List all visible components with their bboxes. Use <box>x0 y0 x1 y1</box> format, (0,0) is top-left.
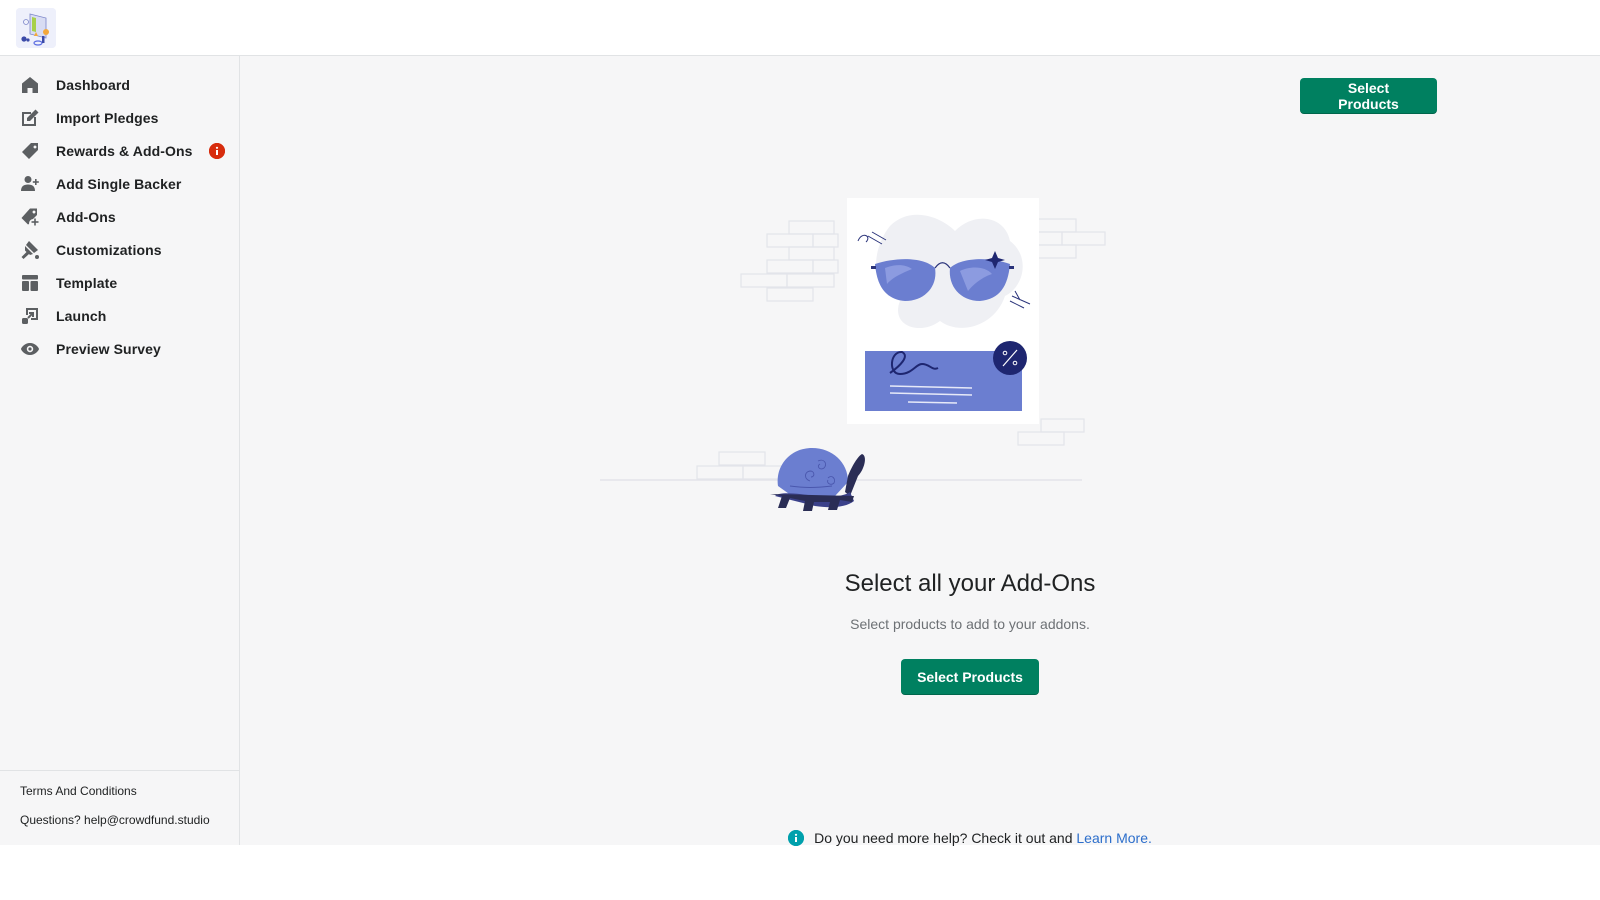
eye-icon <box>20 339 40 359</box>
sidebar-footer: Terms And Conditions Questions? help@cro… <box>0 770 239 840</box>
turtle-illustration <box>770 448 865 511</box>
sidebar-item-label: Launch <box>56 307 107 324</box>
support-contact[interactable]: Questions? help@crowdfund.studio <box>20 812 219 828</box>
paint-brush-icon <box>20 240 40 260</box>
main-content: Select Products Select all your Add-Ons … <box>240 56 1600 846</box>
sidebar-item-customizations[interactable]: Customizations <box>0 233 239 266</box>
empty-state-subtitle: Select products to add to your addons. <box>850 616 1090 632</box>
app-frame: Dashboard Import Pledges Rewards & Add-O… <box>0 56 1600 846</box>
empty-state-illustration <box>600 196 1120 516</box>
sidebar-item-label: Preview Survey <box>56 340 161 357</box>
sidebar-item-label: Customizations <box>56 241 162 258</box>
layout-icon <box>20 273 40 293</box>
sidebar-item-label: Add Single Backer <box>56 175 182 192</box>
help-footer: Do you need more help? Check it out and … <box>240 830 1600 846</box>
sidebar-item-template[interactable]: Template <box>0 266 239 299</box>
sidebar-item-import-pledges[interactable]: Import Pledges <box>0 101 239 134</box>
terms-link[interactable]: Terms And Conditions <box>20 783 219 799</box>
app-logo[interactable] <box>16 8 56 48</box>
tag-plus-icon <box>20 207 40 227</box>
sidebar-item-label: Add-Ons <box>56 208 116 225</box>
add-user-icon <box>20 174 40 194</box>
coupon <box>865 341 1027 411</box>
sidebar-item-add-single-backer[interactable]: Add Single Backer <box>0 167 239 200</box>
sidebar-item-launch[interactable]: Launch <box>0 299 239 332</box>
tag-icon <box>20 141 40 161</box>
sidebar-item-label: Import Pledges <box>56 109 159 126</box>
empty-state-title: Select all your Add-Ons <box>844 570 1096 597</box>
sidebar-item-preview-survey[interactable]: Preview Survey <box>0 332 239 365</box>
edit-icon <box>20 108 40 128</box>
external-launch-icon <box>20 306 40 326</box>
sidebar-item-label: Template <box>56 274 118 291</box>
info-icon <box>788 830 805 846</box>
sidebar-item-dashboard[interactable]: Dashboard <box>0 68 239 101</box>
select-products-button[interactable]: Select Products <box>901 659 1039 695</box>
home-icon <box>20 75 40 95</box>
select-products-header-button[interactable]: Select Products <box>1300 78 1437 114</box>
help-text: Do you need more help? Check it out and <box>814 830 1077 846</box>
sidebar-item-rewards-add-ons[interactable]: Rewards & Add-Ons <box>0 134 239 167</box>
sidebar-nav: Dashboard Import Pledges Rewards & Add-O… <box>0 56 239 365</box>
top-bar <box>0 0 1600 56</box>
sidebar-item-label: Dashboard <box>56 76 131 93</box>
sidebar-item-add-ons[interactable]: Add-Ons <box>0 200 239 233</box>
learn-more-link[interactable]: Learn More. <box>1076 830 1151 846</box>
sidebar: Dashboard Import Pledges Rewards & Add-O… <box>0 56 240 845</box>
coupon-card <box>847 198 1039 424</box>
sidebar-item-label: Rewards & Add-Ons <box>56 142 193 159</box>
alert-icon <box>209 143 225 159</box>
